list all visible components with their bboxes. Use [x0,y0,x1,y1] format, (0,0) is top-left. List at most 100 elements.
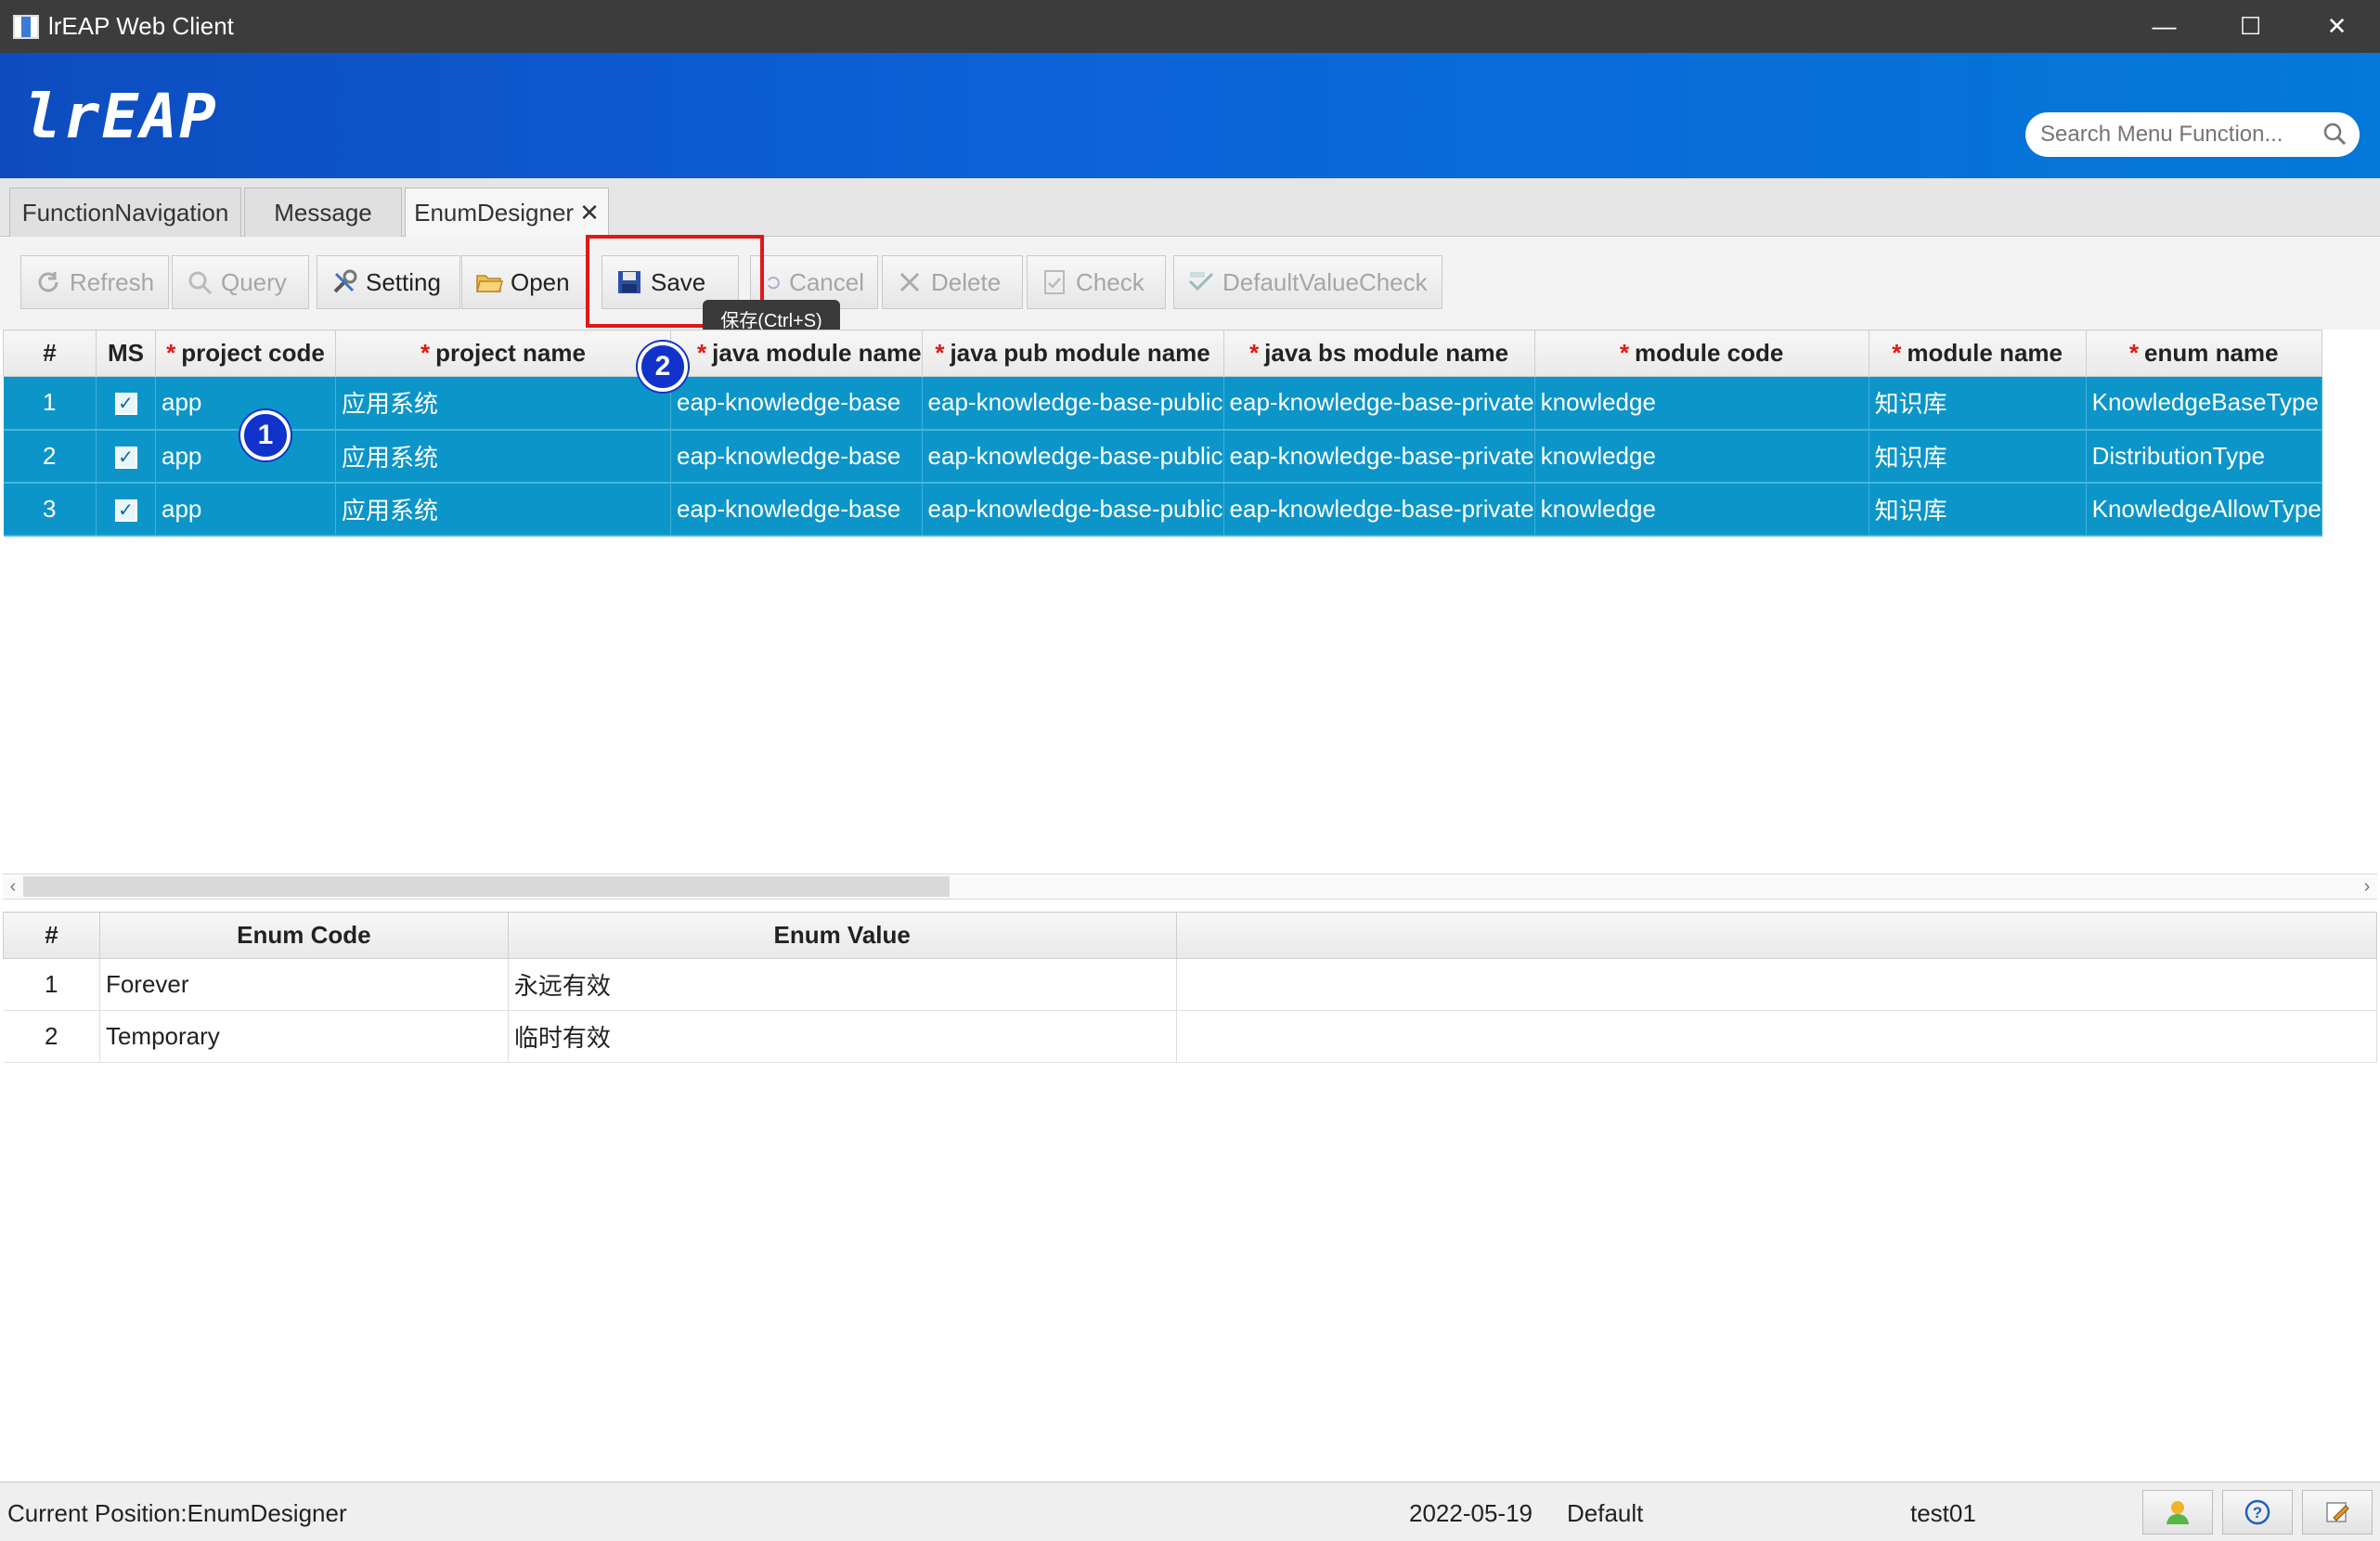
default-check-icon [1188,272,1214,291]
column-header-module-code[interactable]: * module code [1533,330,1869,377]
refresh-label: Refresh [70,267,155,296]
column-header-enum-value[interactable]: Enum Value [507,912,1177,959]
refresh-button[interactable]: Refresh [20,255,169,309]
enum-values-grid: # Enum Code Enum Value 1 Forever 永远有效 2 … [3,912,2378,1063]
cell-java-module-name[interactable]: eap-knowledge-base [670,482,923,537]
app-logo: lrEAP [24,81,218,152]
toolbar: Refresh Query Setting Open Save Cancel D… [0,237,2380,330]
table-row[interactable]: 1 Forever 永远有效 [3,958,2378,1011]
close-window-button[interactable]: ✕ [2294,0,2380,53]
default-value-check-label: DefaultValueCheck [1222,267,1428,296]
open-button[interactable]: Open [461,255,587,309]
delete-icon [899,272,920,292]
search-input[interactable] [2040,122,2309,148]
svg-text:?: ? [2253,1504,2262,1522]
maximize-button[interactable]: ☐ [2207,0,2294,53]
horizontal-scrollbar[interactable]: ‹ › [3,874,2377,900]
scroll-left-icon[interactable]: ‹ [3,874,23,899]
tab-label: EnumDesigner [414,199,575,227]
delete-button[interactable]: Delete [882,255,1023,309]
column-header-project-code[interactable]: * project code [155,330,336,377]
user-button[interactable] [2142,1490,2213,1535]
table-header-row: # Enum Code Enum Value [3,912,2378,959]
help-button[interactable]: ? [2222,1490,2293,1535]
column-header-project-name[interactable]: * project name [335,330,671,377]
cell-project-name[interactable]: 应用系统 [335,482,671,537]
cell-java-bs-module-name[interactable]: eap-knowledge-base-private [1223,429,1535,484]
cell-enum-value[interactable]: 永远有效 [508,958,1177,1011]
cancel-label: Cancel [789,267,864,296]
setting-label: Setting [366,267,441,296]
open-label: Open [511,267,570,296]
cell-enum-code[interactable]: Temporary [99,1010,509,1063]
cell-module-code[interactable]: knowledge [1534,482,1869,537]
notes-icon [2326,1502,2349,1522]
cell-java-pub-module-name[interactable]: eap-knowledge-base-public [922,376,1224,431]
notes-button[interactable] [2302,1490,2373,1535]
cell-module-name[interactable]: 知识库 [1869,376,2087,431]
cell-java-module-name[interactable]: eap-knowledge-base [670,429,923,484]
column-header-java-bs-module-name[interactable]: * java bs module name [1222,330,1535,377]
search-icon[interactable] [2322,122,2347,146]
column-header-ms[interactable]: MS [96,330,156,377]
cell-module-name[interactable]: 知识库 [1869,429,2087,484]
scrollbar-thumb[interactable] [23,876,950,897]
setting-button[interactable]: Setting [317,255,460,309]
tools-icon [333,269,357,293]
column-header-enum-code[interactable]: Enum Code [98,912,509,959]
table-row[interactable]: 2 ✓ app 应用系统 eap-knowledge-base eap-know… [3,429,2322,484]
app-header: lrEAP [0,53,2380,178]
enum-definition-grid: # MS * project code * project name * java m… [3,330,2377,537]
cell-module-name[interactable]: 知识库 [1869,482,2087,537]
row-select-checkbox[interactable]: ✓ [114,446,137,469]
row-select-cell: ✓ [96,429,156,484]
tab-bar: FunctionNavigation Message EnumDesigner … [0,178,2380,238]
folder-icon [476,275,503,292]
cell-module-code[interactable]: knowledge [1534,376,1869,431]
minimize-button[interactable]: — [2121,0,2207,53]
table-row[interactable]: 3 ✓ app 应用系统 eap-knowledge-base eap-know… [3,482,2322,537]
check-button[interactable]: Check [1027,255,1166,309]
cell-module-code[interactable]: knowledge [1534,429,1869,484]
column-header-enum-name[interactable]: * enum name [2085,330,2322,377]
cell-enum-name[interactable]: KnowledgeAllowType [2086,482,2322,537]
cell-enum-name[interactable]: DistributionType [2086,429,2322,484]
column-header-java-pub-module-name[interactable]: * java pub module name [921,330,1224,377]
cell-java-module-name[interactable]: eap-knowledge-base [670,376,923,431]
tab-enum-designer[interactable]: EnumDesigner ✕ [405,188,609,238]
check-label: Check [1076,267,1145,296]
column-header-filler [1175,912,2378,959]
cell-enum-name[interactable]: KnowledgeBaseType [2086,376,2322,431]
cell-enum-code[interactable]: Forever [99,958,509,1011]
annotation-badge-2: 2 [638,342,688,392]
cell-filler [1176,958,2378,1011]
cell-java-pub-module-name[interactable]: eap-knowledge-base-public [922,482,1224,537]
column-header-module-name[interactable]: * module name [1868,330,2087,377]
query-button[interactable]: Query [172,255,309,309]
status-user: test01 [1910,1499,1976,1527]
cell-project-code[interactable]: app [155,482,336,537]
cell-java-pub-module-name[interactable]: eap-knowledge-base-public [922,429,1224,484]
cell-enum-value[interactable]: 临时有效 [508,1010,1177,1063]
cell-java-bs-module-name[interactable]: eap-knowledge-base-private [1223,376,1535,431]
title-bar: lrEAP Web Client — ☐ ✕ [0,0,2380,53]
row-number: 2 [3,1010,100,1063]
tab-function-navigation[interactable]: FunctionNavigation [9,188,241,237]
table-row[interactable]: 2 Temporary 临时有效 [3,1010,2378,1063]
column-header-java-module-name[interactable]: * java module name [670,330,923,377]
tab-message[interactable]: Message [244,188,402,237]
default-value-check-button[interactable]: DefaultValueCheck [1173,255,1442,309]
cell-project-name[interactable]: 应用系统 [335,376,671,431]
row-number: 3 [3,482,97,537]
scroll-right-icon[interactable]: › [2357,874,2377,899]
row-select-checkbox[interactable]: ✓ [114,393,137,416]
row-select-checkbox[interactable]: ✓ [114,499,137,522]
column-header-num[interactable]: # [3,330,97,377]
cell-project-name[interactable]: 应用系统 [335,429,671,484]
column-header-num[interactable]: # [3,912,100,959]
close-tab-icon[interactable]: ✕ [579,199,600,227]
search-box[interactable] [2025,112,2360,157]
cell-java-bs-module-name[interactable]: eap-knowledge-base-private [1223,482,1535,537]
table-row[interactable]: 1 ✓ app 应用系统 eap-knowledge-base eap-know… [3,376,2322,431]
user-icon [2167,1501,2189,1524]
